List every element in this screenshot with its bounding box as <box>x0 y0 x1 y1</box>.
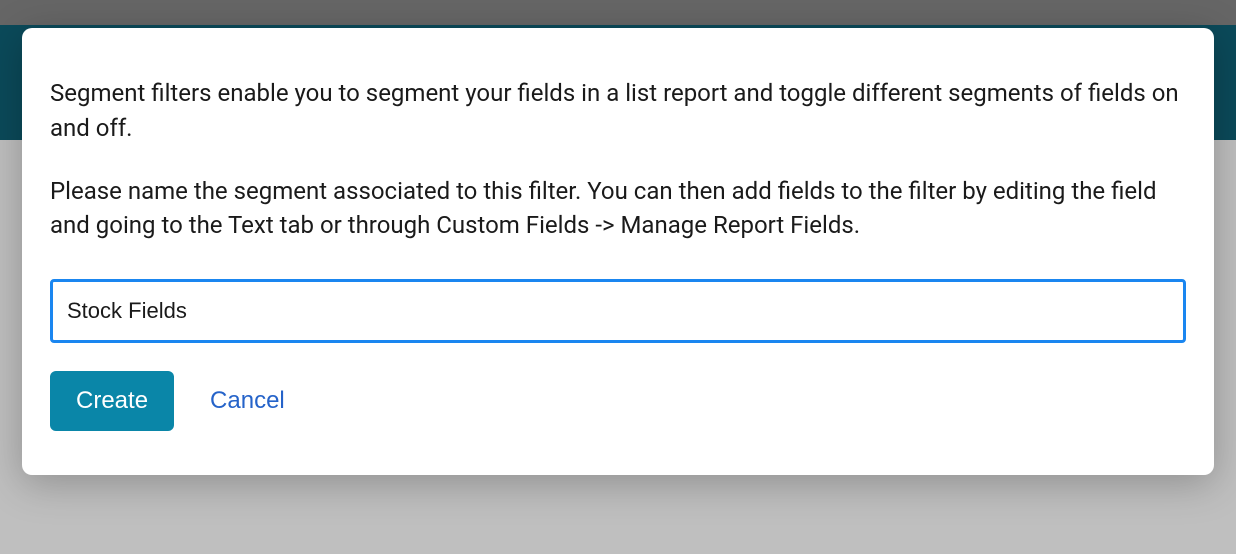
modal-description-2: Please name the segment associated to th… <box>50 174 1186 244</box>
create-button[interactable]: Create <box>50 371 174 431</box>
segment-name-input[interactable] <box>50 279 1186 343</box>
segment-filter-modal: Segment filters enable you to segment yo… <box>22 28 1214 475</box>
cancel-button[interactable]: Cancel <box>210 387 285 415</box>
modal-description-1: Segment filters enable you to segment yo… <box>50 76 1186 146</box>
modal-actions: Create Cancel <box>50 371 1186 431</box>
